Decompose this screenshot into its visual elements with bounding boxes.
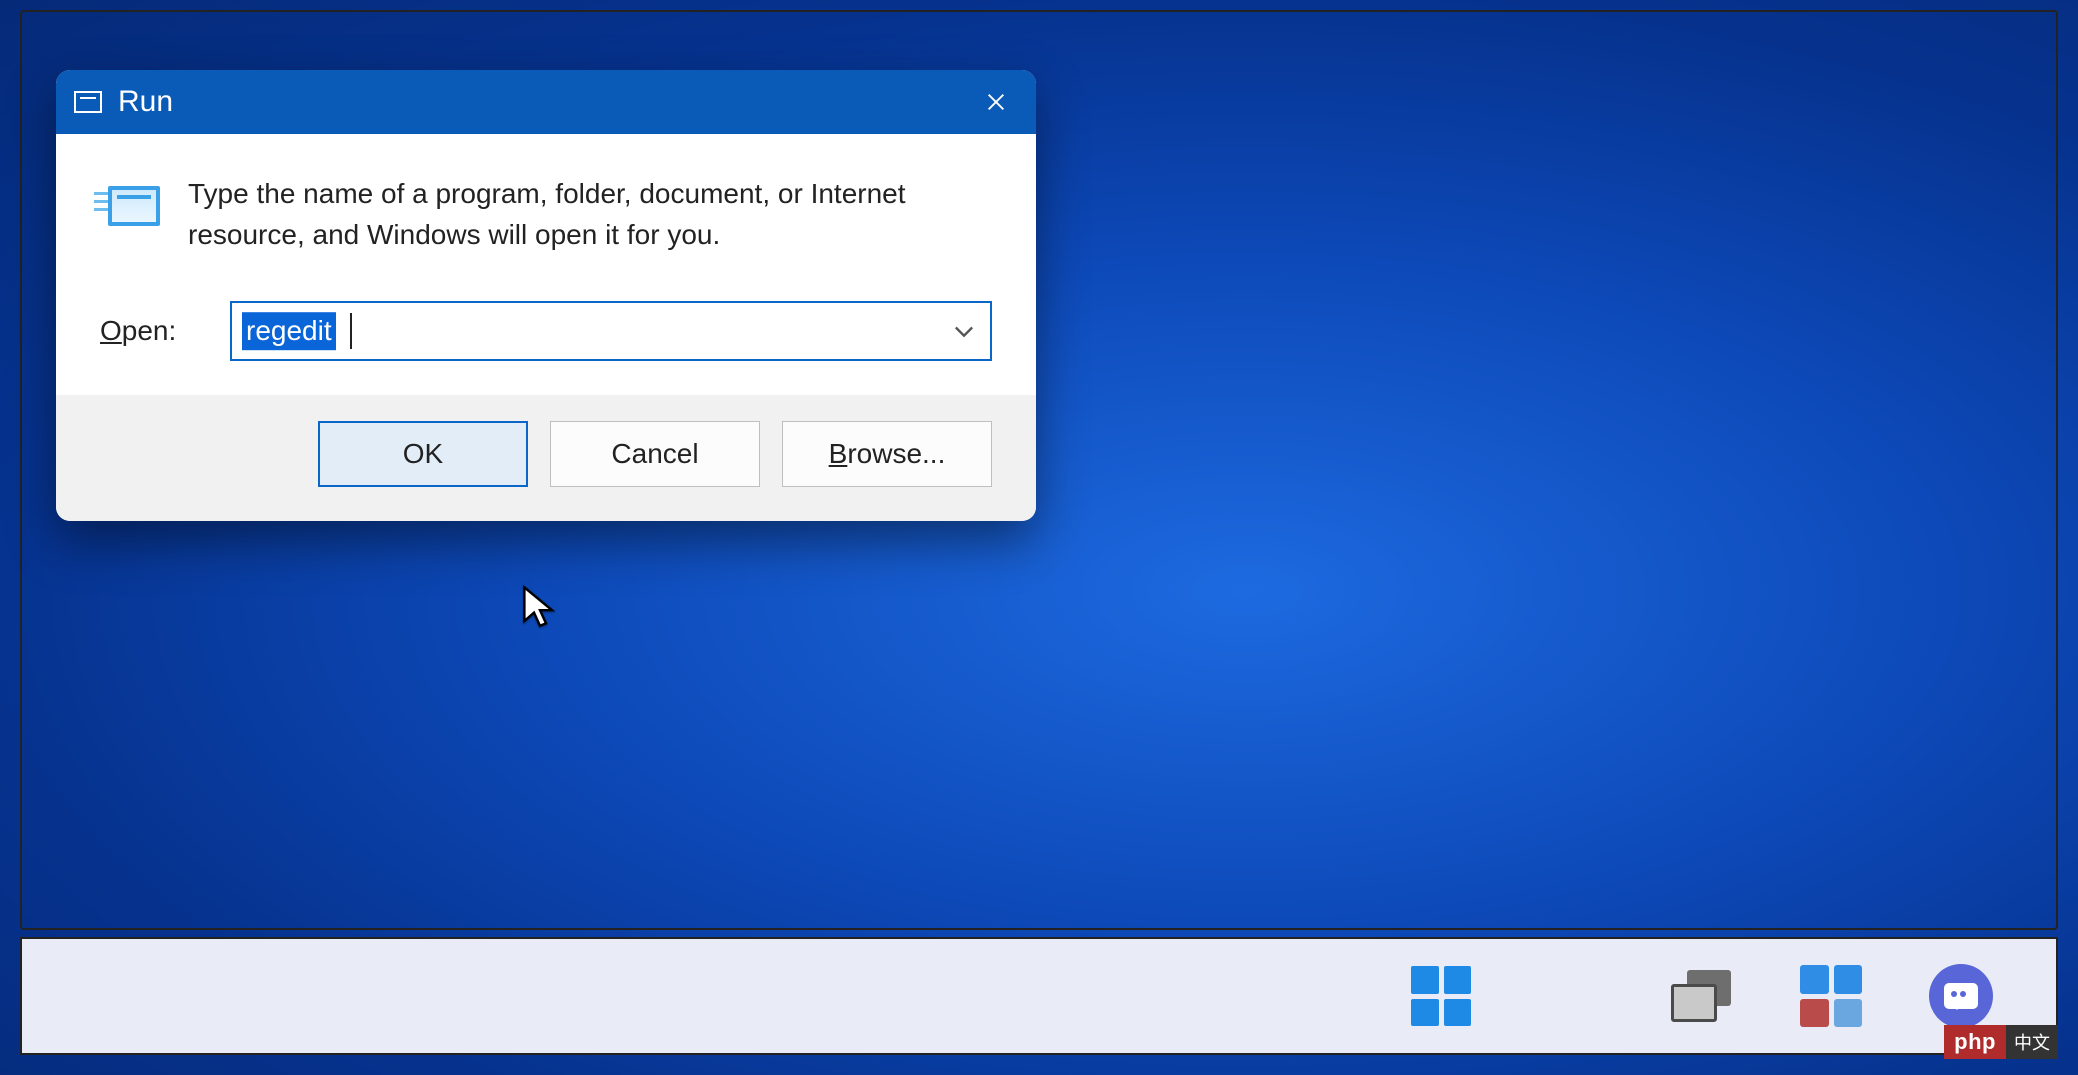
task-view-icon xyxy=(1671,970,1731,1022)
chevron-down-icon[interactable] xyxy=(950,317,978,345)
run-titlebar-icon xyxy=(74,91,102,113)
open-label: Open: xyxy=(100,315,208,347)
search-icon xyxy=(1536,961,1606,1031)
close-icon xyxy=(985,91,1007,113)
run-dialog: Run Type the name of a program, folder, … xyxy=(56,70,1036,521)
run-dialog-icon xyxy=(100,180,160,230)
dialog-body: Type the name of a program, folder, docu… xyxy=(56,134,1036,395)
text-caret xyxy=(350,313,352,349)
start-button[interactable] xyxy=(1406,961,1476,1031)
dialog-footer: OK Cancel Browse... xyxy=(56,395,1036,521)
taskbar xyxy=(20,937,2058,1055)
close-button[interactable] xyxy=(966,80,1026,124)
dialog-description: Type the name of a program, folder, docu… xyxy=(188,174,958,255)
search-button[interactable] xyxy=(1536,961,1606,1031)
window-title: Run xyxy=(118,85,966,119)
open-combobox[interactable]: regedit xyxy=(230,301,992,361)
watermark-badge: php 中文 xyxy=(1944,1025,2058,1059)
windows-start-icon xyxy=(1411,966,1471,1026)
cancel-button[interactable]: Cancel xyxy=(550,421,760,487)
widgets-icon xyxy=(1800,965,1862,1027)
chat-button[interactable] xyxy=(1926,961,1996,1031)
chat-icon xyxy=(1929,964,1993,1028)
task-view-button[interactable] xyxy=(1666,961,1736,1031)
browse-button[interactable]: Browse... xyxy=(782,421,992,487)
titlebar[interactable]: Run xyxy=(56,70,1036,134)
widgets-button[interactable] xyxy=(1796,961,1866,1031)
ok-button[interactable]: OK xyxy=(318,421,528,487)
